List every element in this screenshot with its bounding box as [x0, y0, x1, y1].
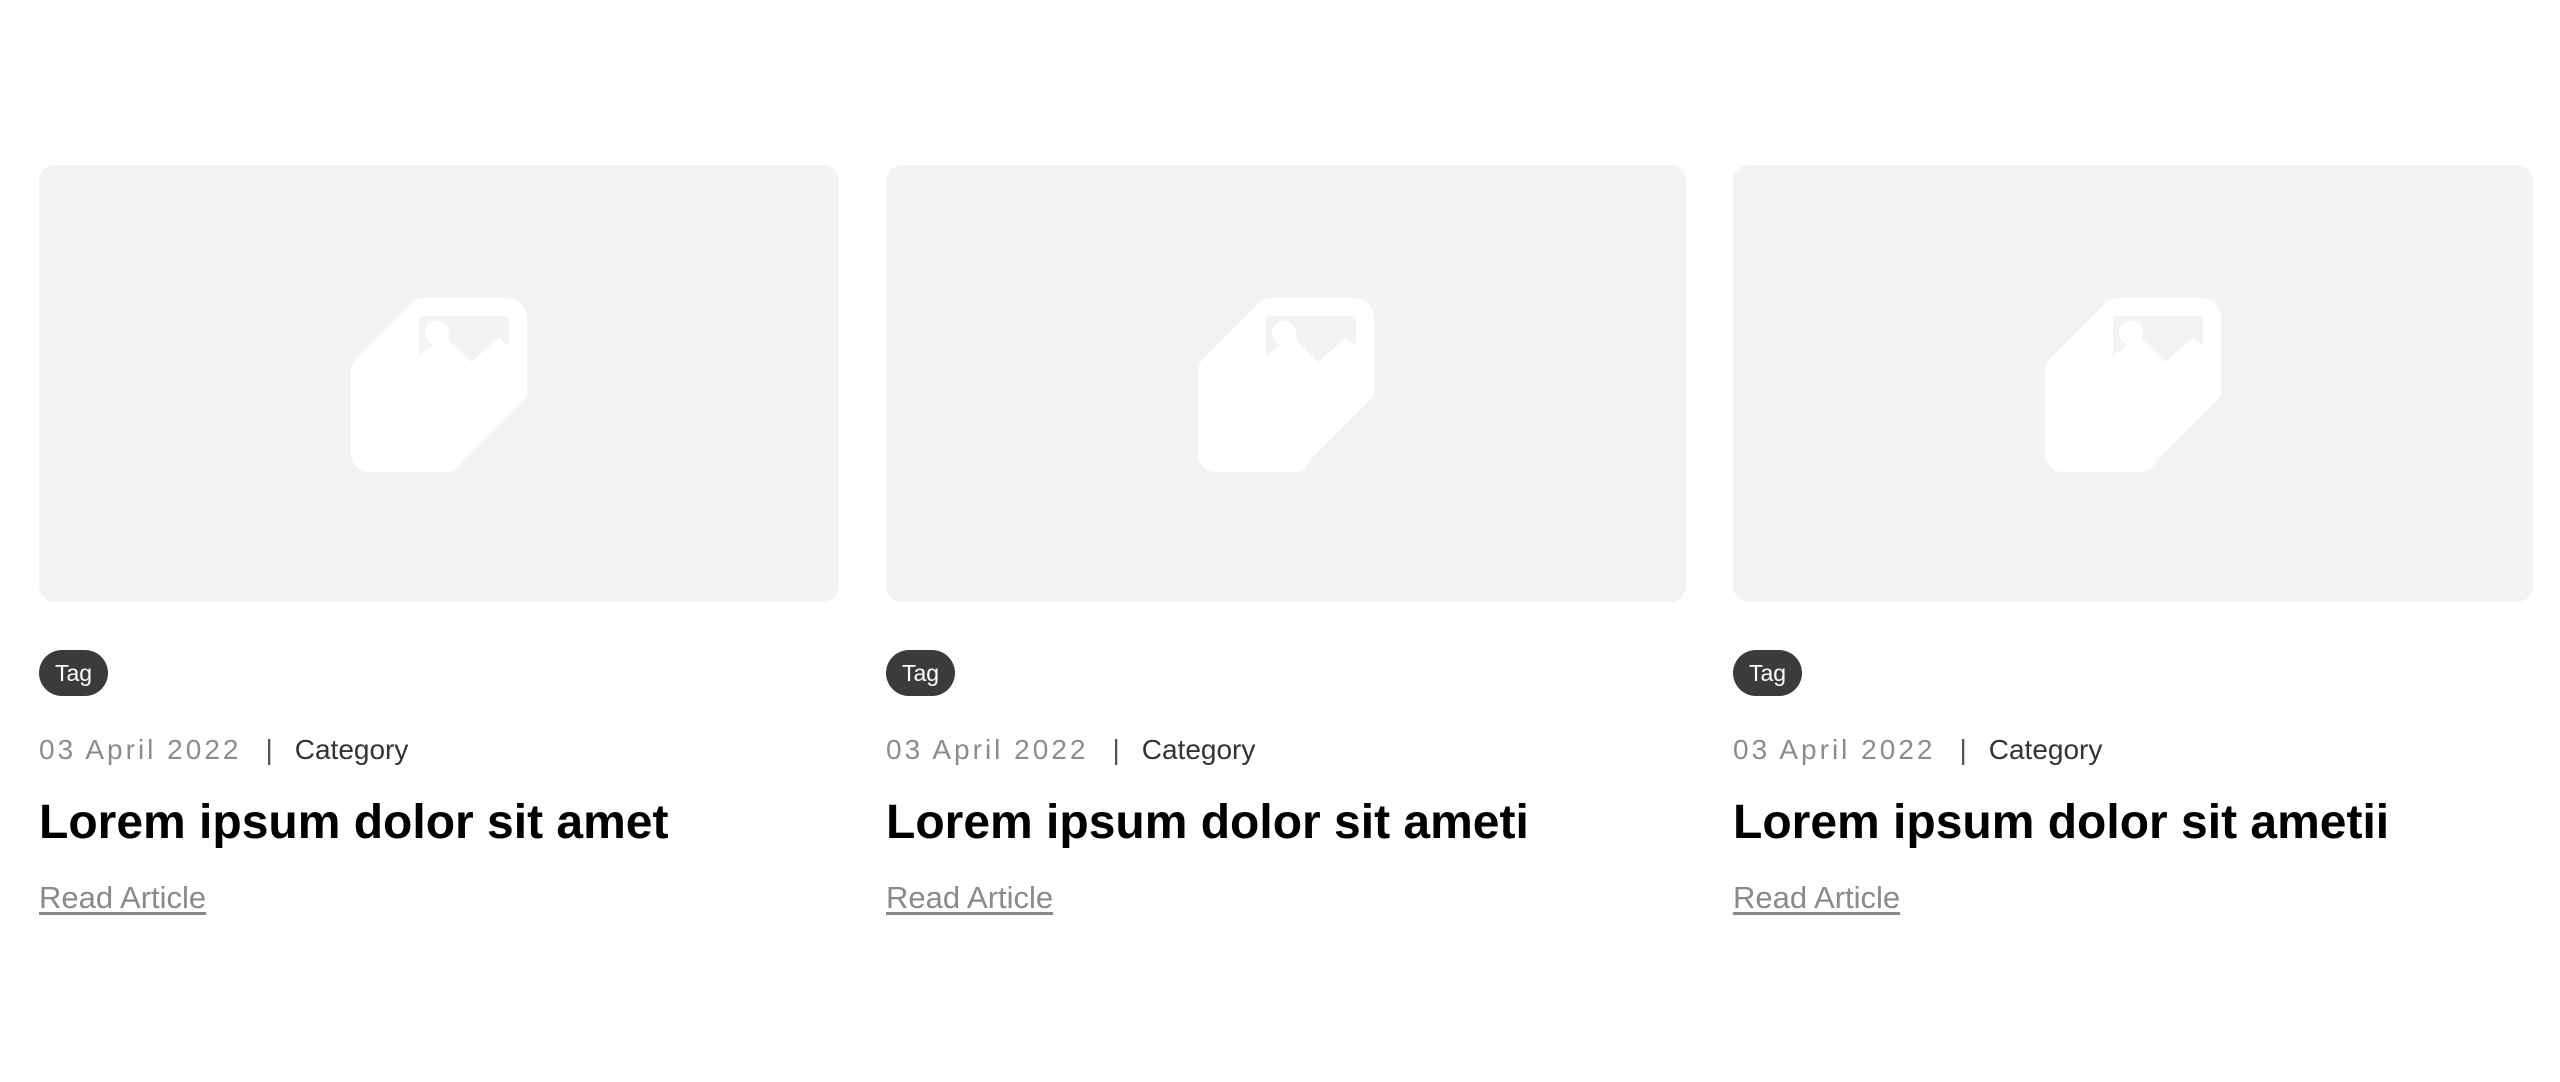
article-meta: 03 April 2022 | Category [39, 733, 839, 767]
image-placeholder-icon [1198, 297, 1374, 472]
article-card-grid: Tag 03 April 2022 | Category Lorem ipsum… [39, 165, 2535, 917]
article-meta: 03 April 2022 | Category [886, 733, 1686, 767]
article-title[interactable]: Lorem ipsum dolor sit ameti [886, 793, 1686, 853]
article-meta: 03 April 2022 | Category [1733, 733, 2533, 767]
meta-separator: | [265, 734, 273, 765]
image-placeholder-icon [351, 297, 527, 472]
tag-badge[interactable]: Tag [886, 650, 956, 696]
read-article-link[interactable]: Read Article [1733, 879, 1900, 917]
image-placeholder-icon [2045, 297, 2221, 472]
article-card: Tag 03 April 2022 | Category Lorem ipsum… [886, 165, 1686, 917]
article-thumbnail[interactable] [1733, 165, 2533, 602]
meta-separator: | [1959, 734, 1967, 765]
article-category[interactable]: Category [295, 733, 409, 767]
article-category[interactable]: Category [1142, 733, 1256, 767]
article-card: Tag 03 April 2022 | Category Lorem ipsum… [1733, 165, 2533, 917]
tag-badge[interactable]: Tag [39, 650, 109, 696]
article-card: Tag 03 April 2022 | Category Lorem ipsum… [39, 165, 839, 917]
article-date: 03 April 2022 [39, 734, 242, 765]
article-date: 03 April 2022 [886, 734, 1089, 765]
article-category[interactable]: Category [1989, 733, 2103, 767]
meta-separator: | [1112, 734, 1120, 765]
tag-badge[interactable]: Tag [1733, 650, 1803, 696]
article-title[interactable]: Lorem ipsum dolor sit amet [39, 793, 839, 853]
article-title[interactable]: Lorem ipsum dolor sit ametii [1733, 793, 2533, 853]
read-article-link[interactable]: Read Article [886, 879, 1053, 917]
article-thumbnail[interactable] [886, 165, 1686, 602]
article-date: 03 April 2022 [1733, 734, 1936, 765]
read-article-link[interactable]: Read Article [39, 879, 206, 917]
article-thumbnail[interactable] [39, 165, 839, 602]
